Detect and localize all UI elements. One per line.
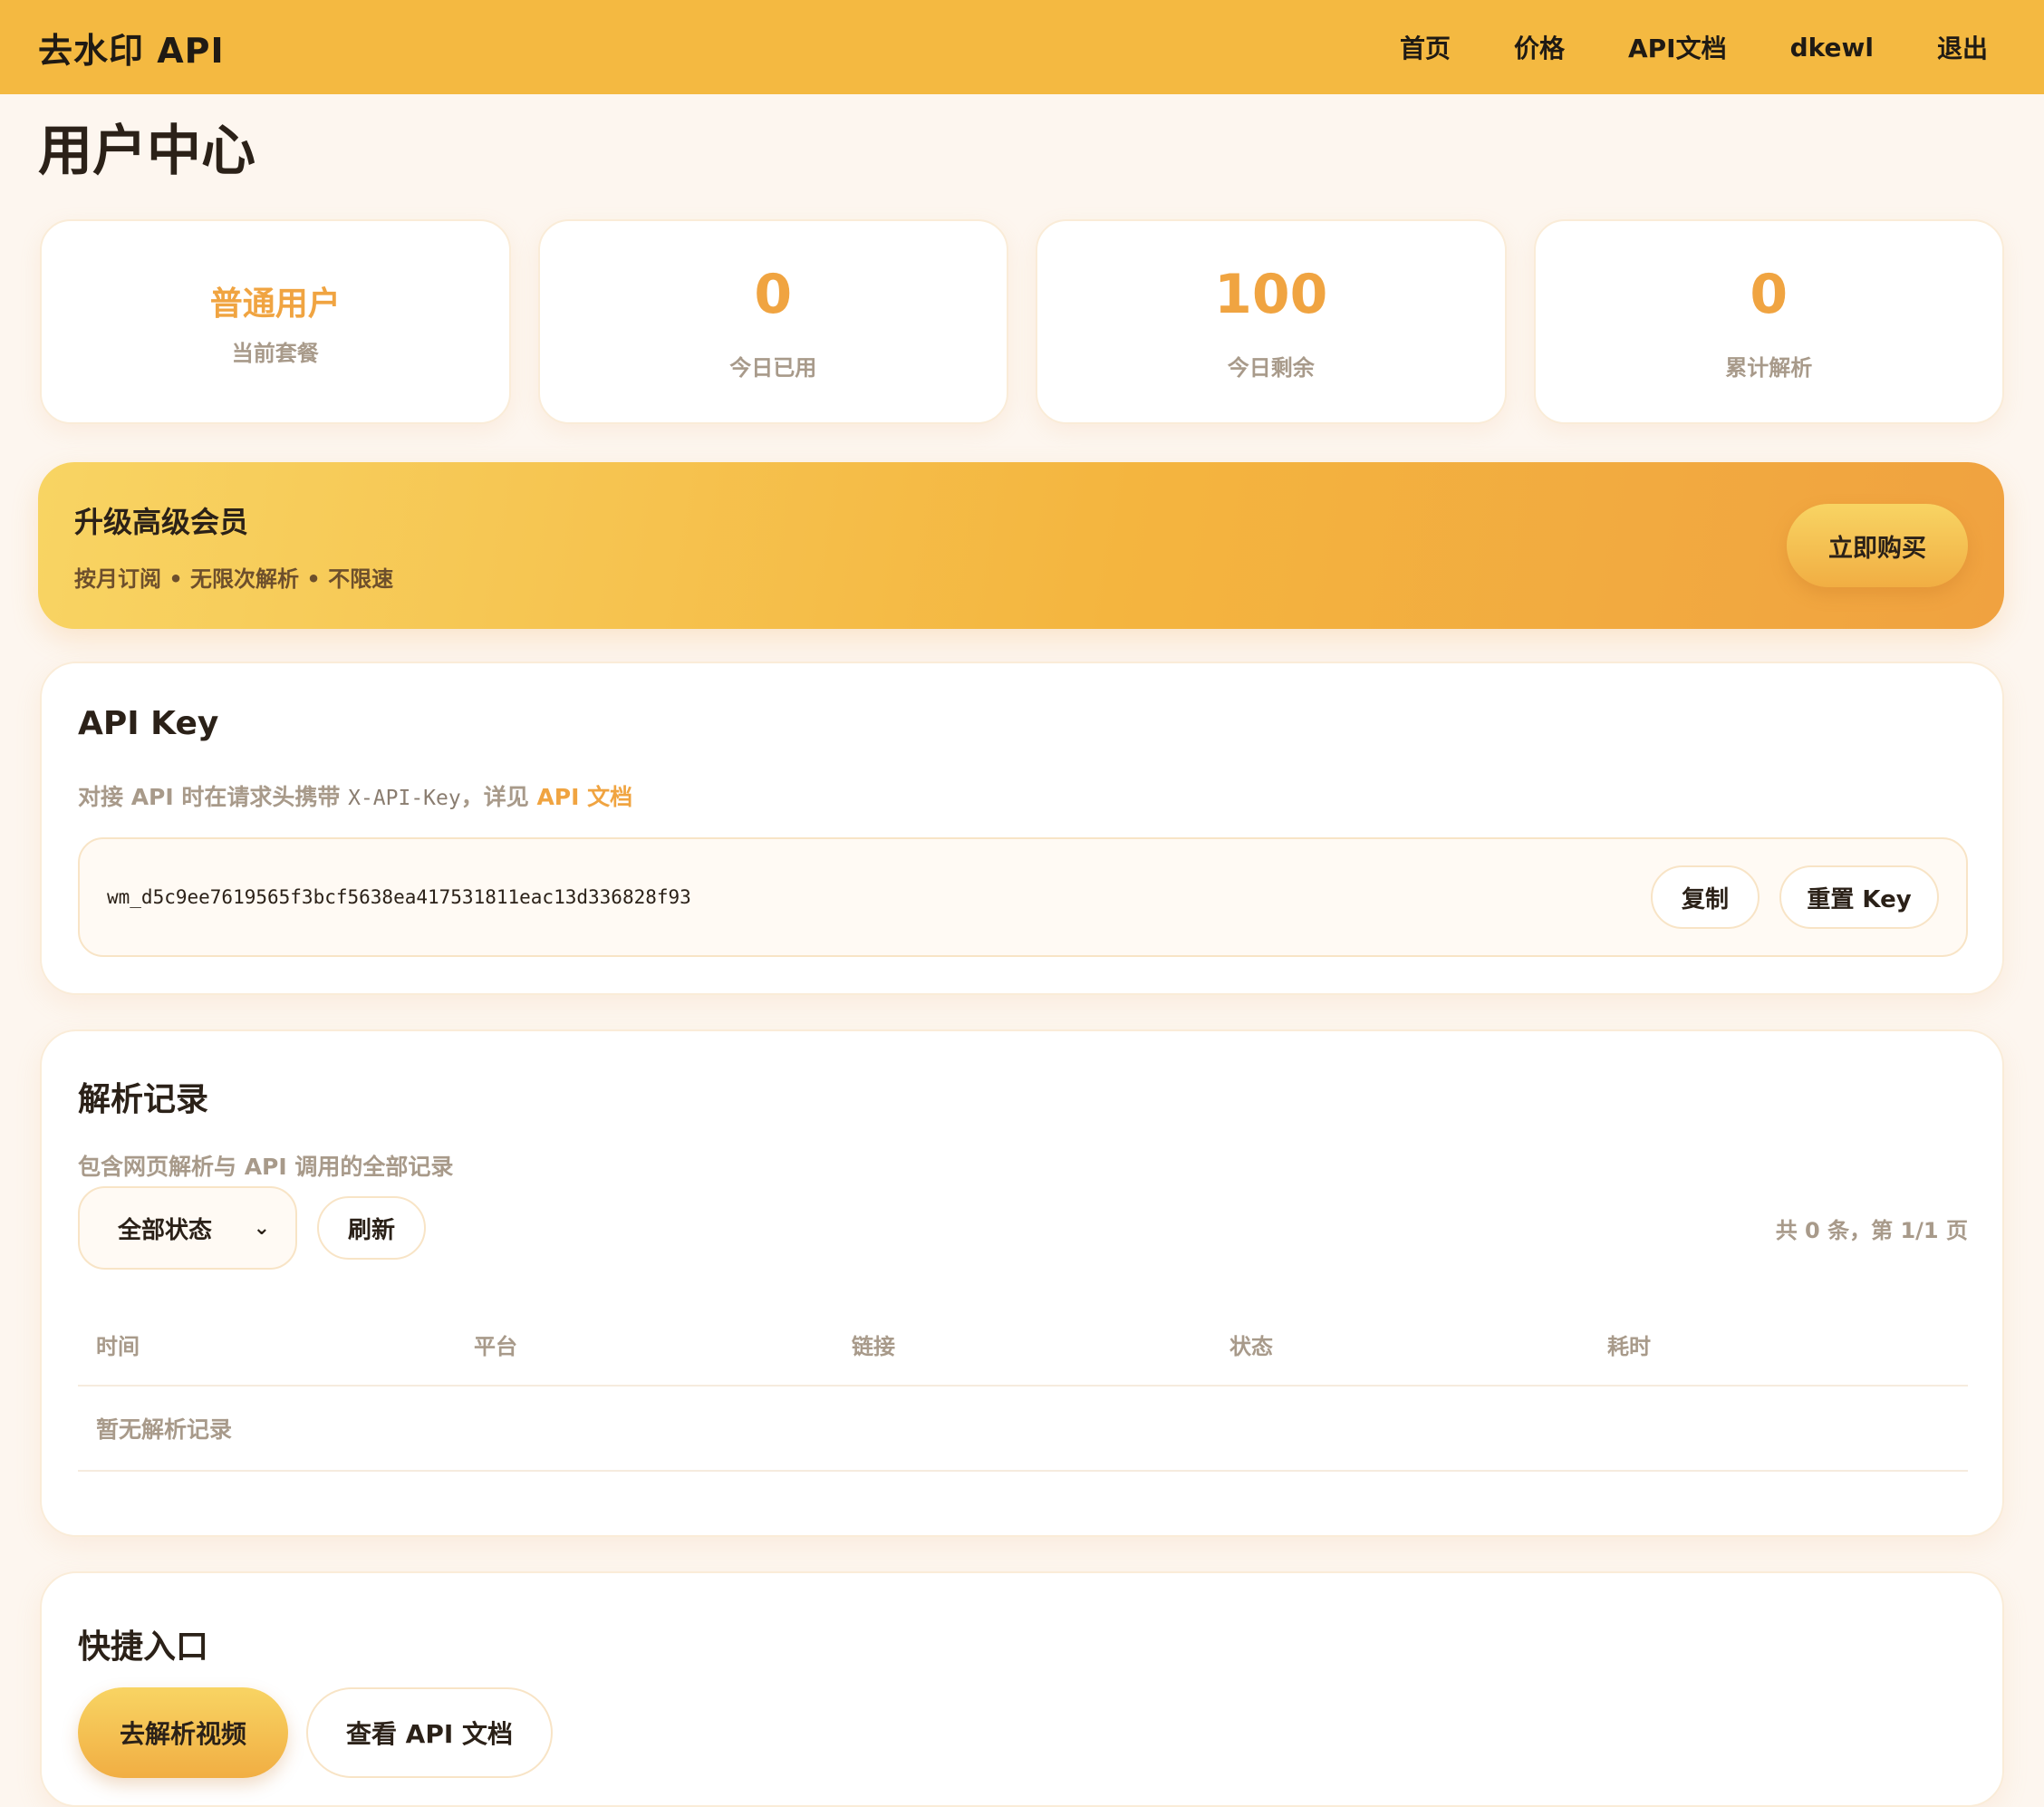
nav-api-docs-link[interactable]: API文档 — [1628, 29, 1727, 65]
upgrade-subtitle: 按月订阅 • 无限次解析 • 不限速 — [74, 565, 394, 592]
pagination-info: 共 0 条，第 1/1 页 — [1775, 1217, 1968, 1243]
records-table-header: 时间 平台 链接 状态 耗时 — [78, 1303, 1968, 1387]
api-key-actions: 复制 重置 Key — [1651, 865, 1939, 929]
status-filter-value: 全部状态 — [118, 1216, 213, 1244]
nav-logout-link[interactable]: 退出 — [1937, 29, 1988, 65]
stat-card-remaining-today: 100 今日剩余 — [1036, 219, 1507, 424]
records-subtitle: 包含网页解析与 API 调用的全部记录 — [78, 1154, 454, 1180]
api-key-value[interactable]: wm_d5c9ee7619565f3bcf5638ea417531811eac1… — [107, 886, 691, 908]
upgrade-text: 升级高级会员 按月订阅 • 无限次解析 • 不限速 — [74, 499, 393, 593]
status-filter-select[interactable]: 全部状态 ⌄ — [78, 1186, 297, 1270]
buy-now-button[interactable]: 立即购买 — [1787, 504, 1968, 587]
records-empty-row: 暂无解析记录 — [78, 1387, 1968, 1472]
api-key-header-name: X-API-Key — [348, 787, 461, 810]
stat-card-plan: 普通用户 当前套餐 — [40, 219, 511, 424]
plan-value: 普通用户 — [209, 285, 341, 323]
records-filter-row: 全部状态 ⌄ 刷新 共 0 条，第 1/1 页 — [78, 1185, 1968, 1271]
quick-links-card: 快捷入口 去解析视频 查看 API 文档 — [40, 1571, 2004, 1807]
column-header-time: 时间 — [96, 1333, 140, 1359]
used-today-label: 今日已用 — [729, 354, 817, 381]
total-parsed-value: 0 — [1750, 262, 1788, 326]
api-key-hint-mid: ，详见 — [460, 784, 537, 810]
api-key-box: wm_d5c9ee7619565f3bcf5638ea417531811eac1… — [78, 837, 1968, 957]
nav-username-link[interactable]: dkewl — [1790, 33, 1874, 63]
quick-links-title: 快捷入口 — [78, 1628, 209, 1666]
column-header-platform: 平台 — [474, 1333, 517, 1359]
reset-key-button[interactable]: 重置 Key — [1779, 865, 1939, 929]
view-api-docs-button[interactable]: 查看 API 文档 — [306, 1687, 553, 1778]
top-navbar: 去水印 API 首页 价格 API文档 dkewl 退出 — [0, 0, 2044, 94]
parse-video-button[interactable]: 去解析视频 — [78, 1687, 288, 1778]
api-key-hint: 对接 API 时在请求头携带 X-API-Key，详见 API 文档 — [78, 779, 632, 812]
used-today-value: 0 — [754, 262, 793, 326]
stat-card-used-today: 0 今日已用 — [537, 219, 1008, 424]
refresh-button[interactable]: 刷新 — [317, 1196, 426, 1260]
nav-links: 首页 价格 API文档 dkewl 退出 — [1400, 29, 1988, 65]
api-key-card: API Key 对接 API 时在请求头携带 X-API-Key，详见 API … — [40, 662, 2004, 995]
page-title: 用户中心 — [38, 120, 256, 183]
api-key-title: API Key — [78, 705, 219, 742]
plan-label: 当前套餐 — [231, 340, 319, 366]
remaining-today-label: 今日剩余 — [1227, 354, 1315, 381]
api-key-hint-prefix: 对接 API 时在请求头携带 — [78, 784, 349, 810]
nav-home-link[interactable]: 首页 — [1400, 29, 1451, 65]
stat-card-total-parsed: 0 累计解析 — [1533, 219, 2004, 424]
parse-records-card: 解析记录 包含网页解析与 API 调用的全部记录 全部状态 ⌄ 刷新 共 0 条… — [40, 1029, 2004, 1537]
stats-row: 普通用户 当前套餐 0 今日已用 100 今日剩余 0 累计解析 — [40, 219, 2004, 424]
chevron-down-icon: ⌄ — [253, 1216, 270, 1240]
total-parsed-label: 累计解析 — [1725, 354, 1813, 381]
quick-links-row: 去解析视频 查看 API 文档 — [78, 1687, 553, 1778]
api-docs-inline-link[interactable]: API 文档 — [536, 784, 632, 810]
upgrade-title: 升级高级会员 — [74, 504, 249, 539]
nav-pricing-link[interactable]: 价格 — [1514, 29, 1565, 65]
copy-key-button[interactable]: 复制 — [1651, 865, 1760, 929]
column-header-link: 链接 — [852, 1333, 895, 1359]
upgrade-banner: 升级高级会员 按月订阅 • 无限次解析 • 不限速 立即购买 — [38, 462, 2004, 629]
column-header-duration: 耗时 — [1607, 1333, 1651, 1359]
column-header-status: 状态 — [1229, 1333, 1273, 1359]
remaining-today-value: 100 — [1214, 262, 1328, 326]
brand-logo-text[interactable]: 去水印 API — [38, 23, 225, 72]
records-title: 解析记录 — [78, 1081, 209, 1118]
